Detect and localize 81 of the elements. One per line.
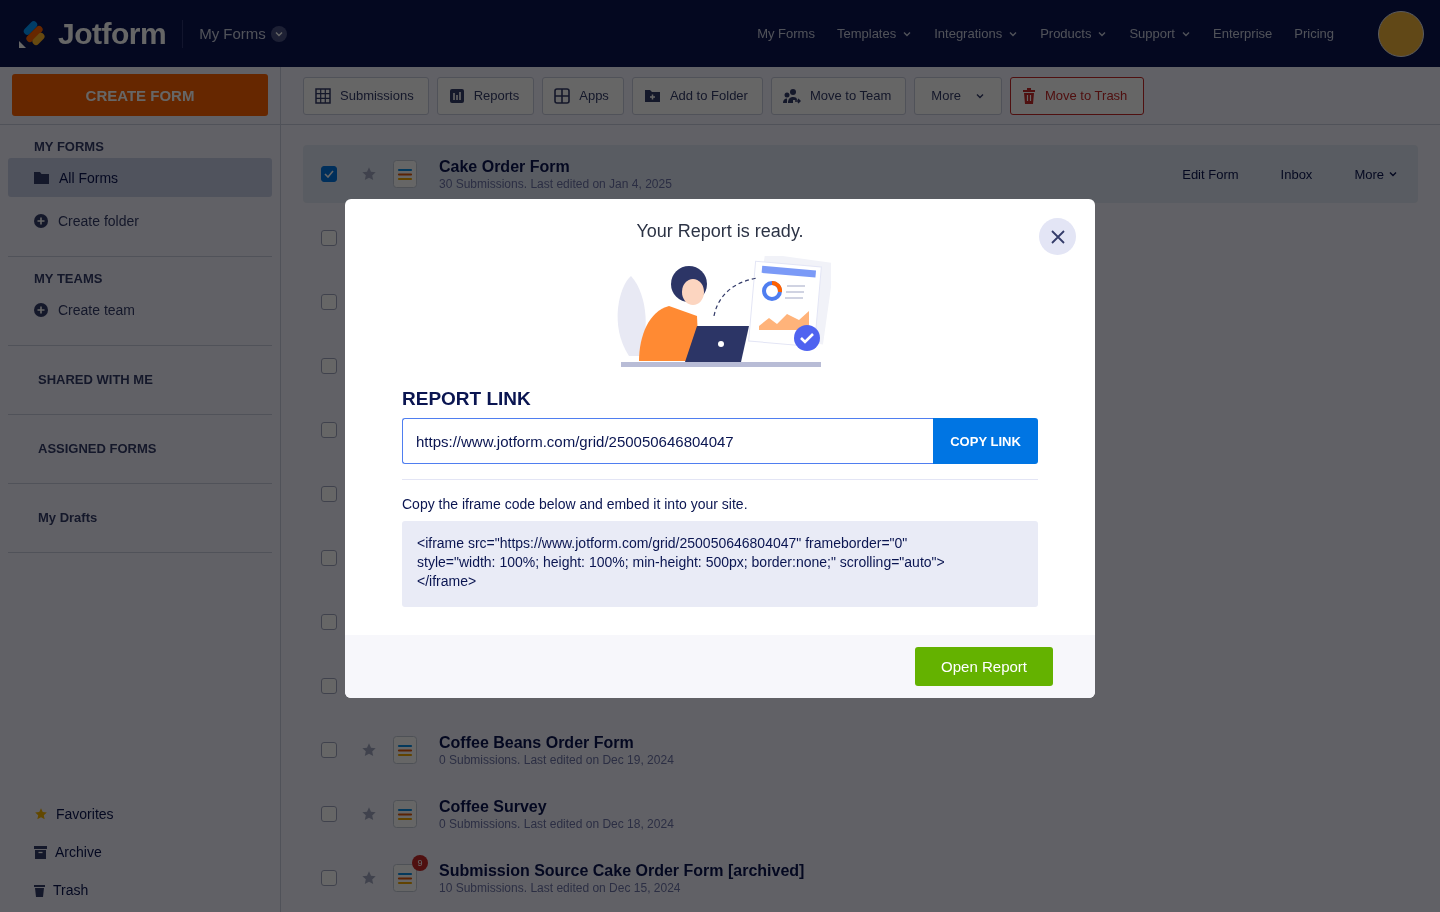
embed-code[interactable]: <iframe src="https://www.jotform.com/grid/250050646804047" frameborder="0" style="width: 100%; height: 100%; min-height: 500px; border:none;" scrolling="auto"> </iframe> [402, 521, 1038, 607]
create-form-button[interactable]: CREATE FORM [12, 74, 268, 116]
toolbar-button[interactable]: More [914, 76, 1002, 115]
section-heading[interactable]: My Drafts [8, 510, 272, 525]
form-title[interactable]: Coffee Survey [439, 797, 674, 816]
folder-plus-icon [643, 88, 661, 103]
toolbar-button[interactable]: Apps [542, 76, 624, 115]
sidebar-link[interactable]: Trash [34, 882, 246, 898]
toolbar-button[interactable]: Move to Team [770, 76, 907, 115]
nav-link[interactable]: Pricing [1294, 26, 1334, 41]
nav-link[interactable]: Products [1040, 26, 1108, 41]
nav-link[interactable]: My Forms [757, 26, 815, 41]
section-heading[interactable]: SHARED WITH ME [8, 372, 272, 387]
form-icon [393, 864, 417, 892]
plus-circle-icon [34, 213, 48, 228]
nav-link[interactable]: Integrations [934, 26, 1019, 41]
open-report-button[interactable]: Open Report [915, 647, 1053, 686]
checkbox[interactable] [321, 294, 337, 310]
bar-chart-icon [448, 87, 465, 104]
trash-icon [1021, 87, 1036, 104]
checkbox[interactable] [321, 422, 337, 438]
star-icon[interactable] [361, 166, 377, 182]
form-icon [393, 800, 417, 828]
checkbox[interactable] [321, 806, 337, 822]
star-icon[interactable] [361, 742, 377, 758]
checkmark-icon [324, 170, 334, 178]
sidebar-link[interactable]: Favorites [34, 806, 246, 822]
form-title[interactable]: Cake Order Form [439, 157, 672, 176]
form-icon [393, 160, 417, 188]
trash-icon [34, 883, 45, 897]
chevron-down-icon [1388, 169, 1398, 179]
logo-icon [18, 18, 48, 49]
checkbox[interactable] [321, 614, 337, 630]
report-link-heading: REPORT LINK [402, 388, 532, 410]
count-badge: 9 [412, 855, 428, 871]
section-heading: MY FORMS [33, 139, 105, 154]
toolbar-button[interactable]: Submissions [303, 76, 429, 115]
people-icon [782, 87, 801, 104]
dialog-title: Your Report is ready. [635, 221, 805, 242]
checkbox[interactable] [321, 486, 337, 502]
plus-circle-icon [34, 302, 48, 317]
close-icon [1050, 229, 1065, 244]
form-icon [393, 736, 417, 764]
row-action-link[interactable]: More [1354, 166, 1398, 182]
nav-link[interactable]: Templates [836, 26, 913, 41]
embed-hint: Copy the iframe code below and embed it into your site. [402, 496, 749, 512]
avatar[interactable] [1378, 10, 1424, 57]
row-action-link[interactable]: Edit Form [1182, 166, 1239, 182]
checkbox[interactable] [321, 678, 337, 694]
checkbox[interactable] [321, 358, 337, 374]
row-action-link[interactable]: Inbox [1280, 166, 1313, 182]
form-title[interactable]: Coffee Beans Order Form [439, 733, 674, 752]
form-title[interactable]: Submission Source Cake Order Form [archived] [439, 861, 805, 880]
checkbox[interactable] [321, 870, 337, 886]
checkbox[interactable] [321, 742, 337, 758]
section-heading[interactable]: ASSIGNED FORMS [8, 441, 272, 456]
logo-text[interactable]: Jotform [58, 16, 167, 51]
star-icon [34, 807, 48, 821]
section-heading: MY TEAMS [33, 271, 104, 286]
close-button[interactable] [1039, 218, 1076, 255]
sidebar-item[interactable]: All Forms [8, 158, 272, 197]
nav-link[interactable]: Enterprise [1213, 26, 1273, 41]
sidebar-link[interactable]: Archive [34, 844, 246, 860]
checkbox[interactable] [321, 166, 337, 182]
link-field[interactable]: https://www.jotform.com/grid/250050646804047 [402, 418, 933, 464]
sidebar-item[interactable]: Create folder [8, 201, 272, 240]
star-icon[interactable] [361, 806, 377, 822]
archive-icon [34, 845, 47, 859]
star-icon[interactable] [361, 870, 377, 886]
folder-icon [34, 171, 49, 184]
checkbox[interactable] [321, 230, 337, 246]
checkbox[interactable] [321, 550, 337, 566]
sidebar-item[interactable]: Create team [8, 290, 272, 329]
toolbar-button[interactable]: Add to Folder [631, 76, 763, 115]
copy-link-button[interactable]: COPY LINK [933, 418, 1038, 464]
apps-icon [554, 87, 571, 104]
nav-link[interactable]: Support [1129, 26, 1191, 41]
table-icon [315, 87, 331, 104]
toolbar-button[interactable]: Move to Trash [1009, 76, 1145, 115]
toolbar-button[interactable]: Reports [436, 76, 535, 115]
section-dropdown[interactable]: My Forms [199, 25, 287, 42]
